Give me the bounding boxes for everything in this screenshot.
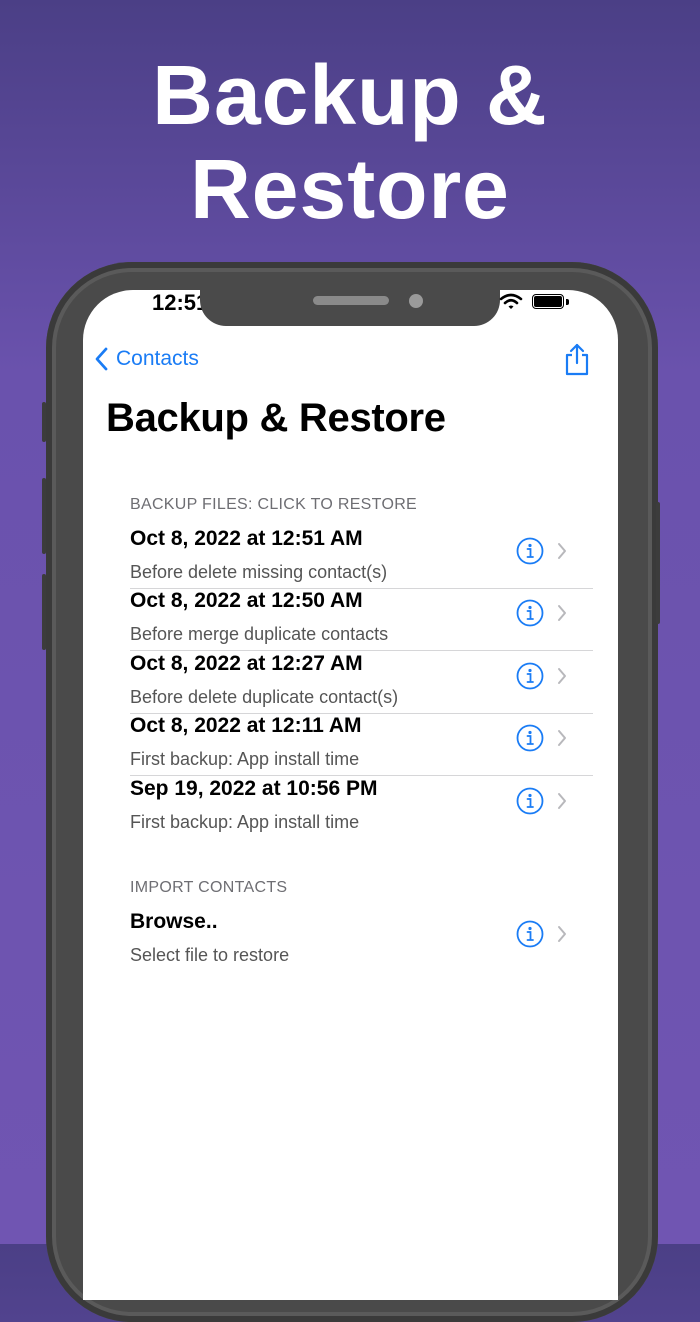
info-icon[interactable] bbox=[516, 599, 544, 627]
backup-row[interactable]: Oct 8, 2022 at 12:51 AM Before delete mi… bbox=[130, 527, 593, 589]
hero-title: Backup & Restore bbox=[0, 48, 700, 236]
phone-volume-down bbox=[42, 574, 46, 650]
backup-row-subtitle: Before delete duplicate contact(s) bbox=[130, 687, 399, 707]
page-title: Backup & Restore bbox=[106, 396, 446, 440]
phone-notch bbox=[200, 288, 500, 326]
backup-row-title: Sep 19, 2022 at 10:56 PM bbox=[130, 777, 378, 800]
share-icon[interactable] bbox=[562, 342, 592, 378]
backup-row[interactable]: Oct 8, 2022 at 12:50 AM Before merge dup… bbox=[130, 589, 593, 651]
info-icon[interactable] bbox=[516, 537, 544, 565]
import-row-title: Browse.. bbox=[130, 910, 218, 933]
chevron-right-icon bbox=[558, 543, 566, 559]
back-button-label: Contacts bbox=[116, 347, 199, 370]
battery-tip bbox=[566, 299, 569, 305]
battery-icon bbox=[532, 294, 564, 309]
backup-row-title: Oct 8, 2022 at 12:11 AM bbox=[130, 714, 362, 737]
chevron-left-icon bbox=[95, 347, 108, 371]
row-separator bbox=[130, 650, 593, 651]
phone-mute-switch bbox=[42, 402, 46, 442]
info-icon[interactable] bbox=[516, 724, 544, 752]
back-button[interactable]: Contacts bbox=[94, 347, 199, 371]
backup-row[interactable]: Sep 19, 2022 at 10:56 PM First backup: A… bbox=[130, 777, 593, 839]
hero-title-line2: Restore bbox=[190, 142, 510, 236]
chevron-right-icon bbox=[558, 605, 566, 621]
chevron-right-icon bbox=[558, 926, 566, 942]
chevron-right-icon bbox=[558, 793, 566, 809]
info-icon[interactable] bbox=[516, 920, 544, 948]
backup-row[interactable]: Oct 8, 2022 at 12:11 AM First backup: Ap… bbox=[130, 714, 593, 776]
backup-row-subtitle: First backup: App install time bbox=[130, 749, 360, 769]
backup-row-title: Oct 8, 2022 at 12:50 AM bbox=[130, 589, 363, 612]
chevron-right-icon bbox=[558, 668, 566, 684]
import-section-header: IMPORT CONTACTS bbox=[130, 879, 288, 896]
backup-row-subtitle: Before merge duplicate contacts bbox=[130, 624, 389, 644]
backup-row-subtitle: Before delete missing contact(s) bbox=[130, 562, 388, 582]
wifi-icon bbox=[499, 293, 523, 309]
phone-volume-up bbox=[42, 478, 46, 554]
backup-row-title: Oct 8, 2022 at 12:27 AM bbox=[130, 652, 363, 675]
chevron-right-icon bbox=[558, 730, 566, 746]
phone-power-button bbox=[656, 502, 660, 624]
row-separator bbox=[130, 775, 593, 776]
backup-row[interactable]: Oct 8, 2022 at 12:27 AM Before delete du… bbox=[130, 652, 593, 714]
info-icon[interactable] bbox=[516, 787, 544, 815]
hero-title-line1: Backup & bbox=[152, 48, 548, 142]
import-row-browse[interactable]: Browse.. Select file to restore bbox=[130, 910, 593, 972]
phone-camera bbox=[409, 294, 423, 308]
phone-speaker bbox=[313, 296, 389, 305]
backup-row-subtitle: First backup: App install time bbox=[130, 812, 360, 832]
info-icon[interactable] bbox=[516, 662, 544, 690]
import-row-subtitle: Select file to restore bbox=[130, 945, 290, 965]
backup-row-title: Oct 8, 2022 at 12:51 AM bbox=[130, 527, 363, 550]
backup-section-header: BACKUP FILES: CLICK TO RESTORE bbox=[130, 496, 418, 513]
